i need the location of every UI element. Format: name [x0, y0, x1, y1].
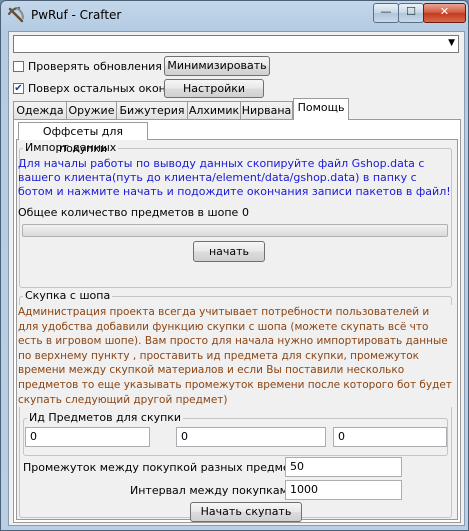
- interval-items-label: Промежуток между покупкой разных предмет…: [23, 461, 310, 474]
- close-button[interactable]: ✕: [423, 3, 466, 23]
- pickaxe-icon: [7, 6, 24, 23]
- import-start-button[interactable]: начать: [193, 241, 265, 262]
- interval-buys-input[interactable]: 1000: [285, 480, 402, 500]
- import-progress-bar: [22, 224, 448, 237]
- import-data-group: Импорт данных Для началы работы по вывод…: [18, 141, 452, 288]
- shop-buyout-group: Скупка с шопа Администрация проекта всег…: [18, 289, 452, 522]
- minimize-button[interactable]: —: [373, 3, 399, 23]
- chevron-down-icon[interactable]: ▼: [448, 38, 455, 48]
- total-items-label: Общее количество предметов в шопе: [18, 206, 239, 219]
- maximize-button[interactable]: ☐: [398, 3, 424, 23]
- check-updates-checkbox[interactable]: [13, 61, 24, 72]
- tab-jewelry[interactable]: Бижутерия: [116, 101, 188, 119]
- crafter-window: PwRuf - Crafter — ☐ ✕ ▼ Проверять обновл…: [0, 0, 469, 531]
- import-instructions: Для началы работы по выводу данных скопи…: [18, 157, 451, 198]
- total-items-value: 0: [242, 206, 249, 219]
- item-ids-group: Ид Предметов для скупки 0 0 0: [23, 411, 448, 456]
- settings-button[interactable]: Настройки: [164, 79, 264, 98]
- item-id-input-3[interactable]: 0: [333, 427, 447, 447]
- tab-help[interactable]: Помощь: [293, 98, 349, 120]
- tab-clothing[interactable]: Одежда: [13, 101, 67, 119]
- interval-items-input[interactable]: 50: [285, 457, 402, 477]
- help-tab-panel: Оффсеты для покупки Импорт данных Для на…: [13, 119, 461, 523]
- item-ids-title: Ид Предметов для скупки: [27, 411, 184, 424]
- tab-alchemist[interactable]: Алхимик: [187, 101, 241, 119]
- start-buying-button[interactable]: Начать скупать: [190, 502, 302, 522]
- purchase-offsets-panel: Импорт данных Для началы работы по вывод…: [16, 139, 458, 522]
- window-title: PwRuf - Crafter: [31, 8, 122, 22]
- always-on-top-label[interactable]: Поверх остальных окон: [28, 82, 166, 95]
- always-on-top-checkbox[interactable]: ✔: [13, 83, 24, 94]
- subtab-purchase-offsets[interactable]: Оффсеты для покупки: [18, 122, 148, 155]
- title-bar[interactable]: PwRuf - Crafter — ☐ ✕: [1, 1, 468, 31]
- shop-buyout-title: Скупка с шопа: [23, 289, 113, 302]
- minimize-to-tray-button[interactable]: Минимизировать: [164, 56, 270, 76]
- profile-combobox[interactable]: ▼: [13, 35, 459, 53]
- tab-nirvana[interactable]: Нирвана: [240, 101, 293, 119]
- client-area: ▼ Проверять обновления Минимизировать ✔ …: [8, 31, 465, 526]
- item-id-input-1[interactable]: 0: [25, 427, 150, 447]
- item-id-input-2[interactable]: 0: [176, 427, 326, 447]
- interval-buys-label: Интервал между покупками: [130, 484, 296, 497]
- check-updates-label[interactable]: Проверять обновления: [28, 60, 162, 73]
- shop-buyout-description: Администрация проекта всегда учитывает п…: [18, 305, 452, 408]
- tab-weapons[interactable]: Оружие: [66, 101, 117, 119]
